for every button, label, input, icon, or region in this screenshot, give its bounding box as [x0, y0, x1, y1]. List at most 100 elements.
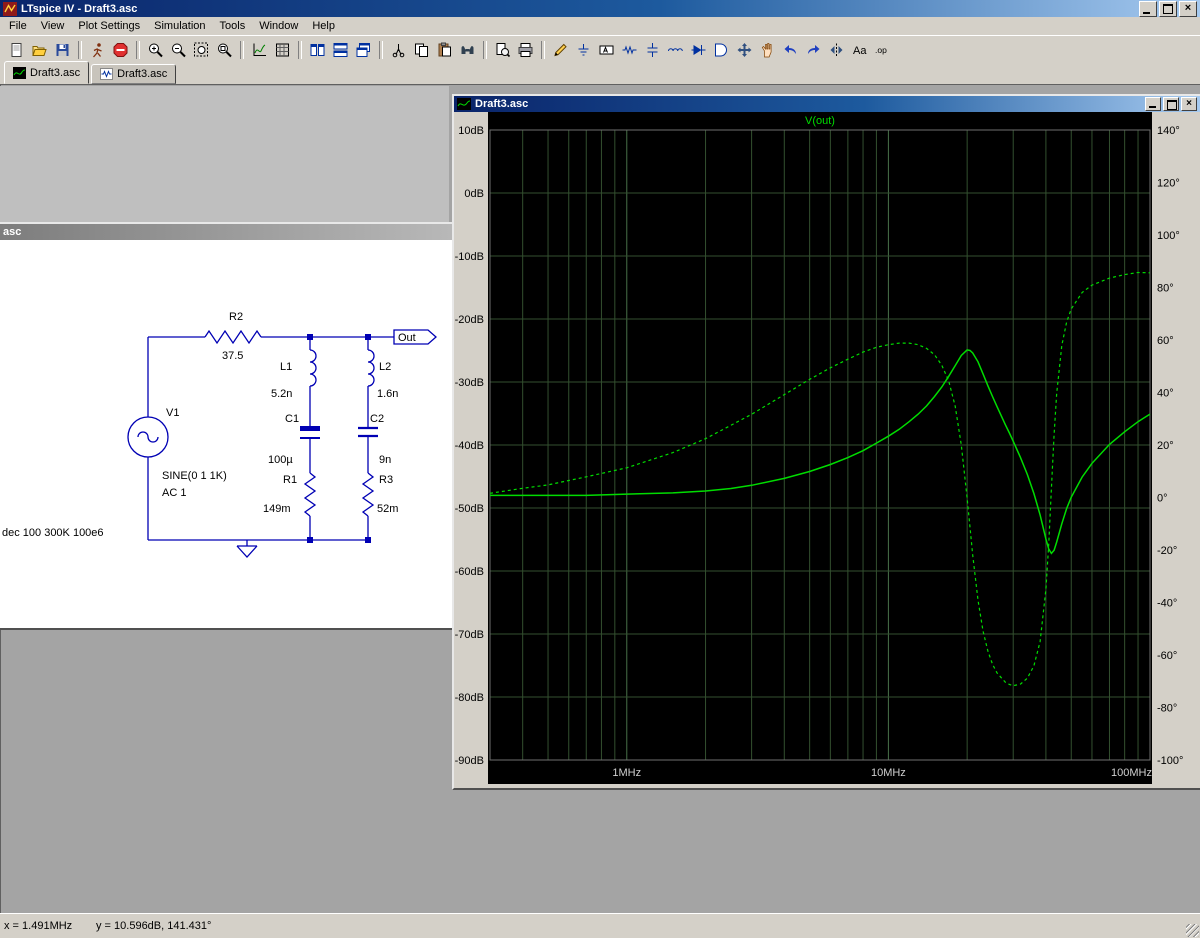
plot-close-button[interactable]: ×: [1181, 97, 1197, 111]
output-net-flag[interactable]: Out: [393, 329, 437, 345]
capacitor-button[interactable]: [641, 39, 664, 60]
r1-name-label[interactable]: R1: [283, 474, 297, 486]
l1-value-label[interactable]: 5.2n: [271, 388, 292, 400]
paste-button[interactable]: [433, 39, 456, 60]
toolbar-separator: [541, 40, 545, 59]
schematic-window-titlebar[interactable]: asc: [0, 224, 452, 240]
menu-item-view[interactable]: View: [34, 18, 72, 34]
move-button[interactable]: [733, 39, 756, 60]
zoom-in-button[interactable]: [144, 39, 167, 60]
redo-button[interactable]: [802, 39, 825, 60]
plot-restore-button[interactable]: [1163, 97, 1179, 111]
inductor-button[interactable]: [664, 39, 687, 60]
grid-button[interactable]: [271, 39, 294, 60]
open-button[interactable]: [28, 39, 51, 60]
save-button[interactable]: [51, 39, 74, 60]
plot-title[interactable]: V(out): [805, 115, 835, 127]
spice-directive-text[interactable]: dec 100 300K 100e6: [2, 527, 104, 539]
waveform-window-titlebar[interactable]: Draft3.asc ×: [454, 96, 1200, 112]
c1-name-label[interactable]: C1: [285, 413, 299, 425]
resize-grip[interactable]: [1186, 924, 1199, 937]
waveform-window-title: Draft3.asc: [475, 98, 529, 110]
waveform-plot[interactable]: 10dB 0dB -10dB -20dB -30dB -40dB -50dB -60dB -70…: [454, 112, 1196, 784]
c2-value-label[interactable]: 9n: [379, 454, 391, 466]
x-tick-label: 10MHz: [871, 767, 906, 779]
capacitor-C2[interactable]: C2 9n: [358, 413, 391, 466]
v1-name-label[interactable]: V1: [166, 407, 179, 419]
v1-ac-label[interactable]: AC 1: [162, 487, 186, 499]
paste-icon: [438, 42, 451, 56]
menu-item-simulation[interactable]: Simulation: [147, 18, 212, 34]
new-file-button[interactable]: [5, 39, 28, 60]
halt-button[interactable]: [109, 39, 132, 60]
out-label[interactable]: Out: [398, 332, 416, 344]
r2-value-label[interactable]: 37.5: [222, 350, 243, 362]
r2-name-label[interactable]: R2: [229, 311, 243, 323]
restore-button[interactable]: [1159, 0, 1177, 17]
l1-name-label[interactable]: L1: [280, 361, 292, 373]
print-button[interactable]: [514, 39, 537, 60]
x-tick-label: 1MHz: [612, 767, 641, 779]
wire-button[interactable]: [549, 39, 572, 60]
print-icon: [518, 42, 533, 57]
c1-value-label[interactable]: 100µ: [268, 454, 293, 466]
close-button[interactable]: ×: [1179, 0, 1197, 17]
c2-name-label[interactable]: C2: [370, 413, 384, 425]
mirror-button[interactable]: [825, 39, 848, 60]
spice-directive-button[interactable]: .op: [871, 39, 894, 60]
schematic-canvas[interactable]: V1 SINE(0 1 1K) AC 1 R2 37.5 L1 5.2n C1 …: [0, 240, 452, 628]
zoom-out-icon: [172, 43, 186, 57]
resistor-R1[interactable]: R1 149m: [263, 472, 317, 517]
tab-draft3-waveform[interactable]: Draft3.asc: [4, 61, 90, 84]
inductor-L1[interactable]: L1 5.2n: [271, 349, 317, 400]
l2-value-label[interactable]: 1.6n: [377, 388, 398, 400]
autorange-button[interactable]: [248, 39, 271, 60]
resistor-R3[interactable]: R3 52m: [361, 472, 398, 517]
undo-button[interactable]: [779, 39, 802, 60]
ground-button[interactable]: [572, 39, 595, 60]
component-button[interactable]: [710, 39, 733, 60]
inductor-L2[interactable]: L2 1.6n: [367, 349, 398, 400]
diode-button[interactable]: [687, 39, 710, 60]
ground-symbol[interactable]: [236, 540, 258, 558]
tab-draft3-schematic[interactable]: Draft3.asc: [91, 64, 177, 84]
net-label-button[interactable]: [595, 39, 618, 60]
cascade-button[interactable]: [352, 39, 375, 60]
voltage-source-V1[interactable]: V1 SINE(0 1 1K) AC 1: [127, 407, 227, 499]
minimize-button[interactable]: [1139, 0, 1157, 17]
r3-value-label[interactable]: 52m: [377, 503, 398, 515]
menu-item-window[interactable]: Window: [252, 18, 305, 34]
text-button[interactable]: Aa: [848, 39, 871, 60]
redo-icon: [808, 44, 820, 54]
ltspice-app: LTspice IV - Draft3.asc × File View Plot S…: [0, 0, 1200, 938]
copy-button[interactable]: [410, 39, 433, 60]
run-button[interactable]: [86, 39, 109, 60]
menu-item-help[interactable]: Help: [305, 18, 342, 34]
print-preview-button[interactable]: [491, 39, 514, 60]
r3-name-label[interactable]: R3: [379, 474, 393, 486]
tile-vertical-button[interactable]: [306, 39, 329, 60]
drag-button[interactable]: [756, 39, 779, 60]
v1-value-label[interactable]: SINE(0 1 1K): [162, 470, 227, 482]
menu-item-plot-settings[interactable]: Plot Settings: [71, 18, 147, 34]
resistor-button[interactable]: [618, 39, 641, 60]
menu-item-file[interactable]: File: [2, 18, 34, 34]
zoom-out-button[interactable]: [167, 39, 190, 60]
zoom-full-button[interactable]: [213, 39, 236, 60]
find-button[interactable]: [456, 39, 479, 60]
menu-item-tools[interactable]: Tools: [213, 18, 253, 34]
plot-minimize-button[interactable]: [1145, 97, 1161, 111]
y-left-tick-label: 0dB: [464, 188, 484, 200]
tile-horizontal-button[interactable]: [329, 39, 352, 60]
cut-icon: [392, 43, 405, 57]
tab-label: Draft3.asc: [117, 68, 168, 80]
zoom-area-icon: [194, 42, 208, 56]
l2-name-label[interactable]: L2: [379, 361, 391, 373]
r1-value-label[interactable]: 149m: [263, 503, 291, 515]
capacitor-C1[interactable]: C1 100µ: [268, 413, 320, 466]
toolbar-separator: [298, 40, 302, 59]
zoom-in-icon: [149, 43, 163, 57]
resistor-R2[interactable]: R2 37.5: [204, 311, 262, 362]
zoom-area-button[interactable]: [190, 39, 213, 60]
cut-button[interactable]: [387, 39, 410, 60]
